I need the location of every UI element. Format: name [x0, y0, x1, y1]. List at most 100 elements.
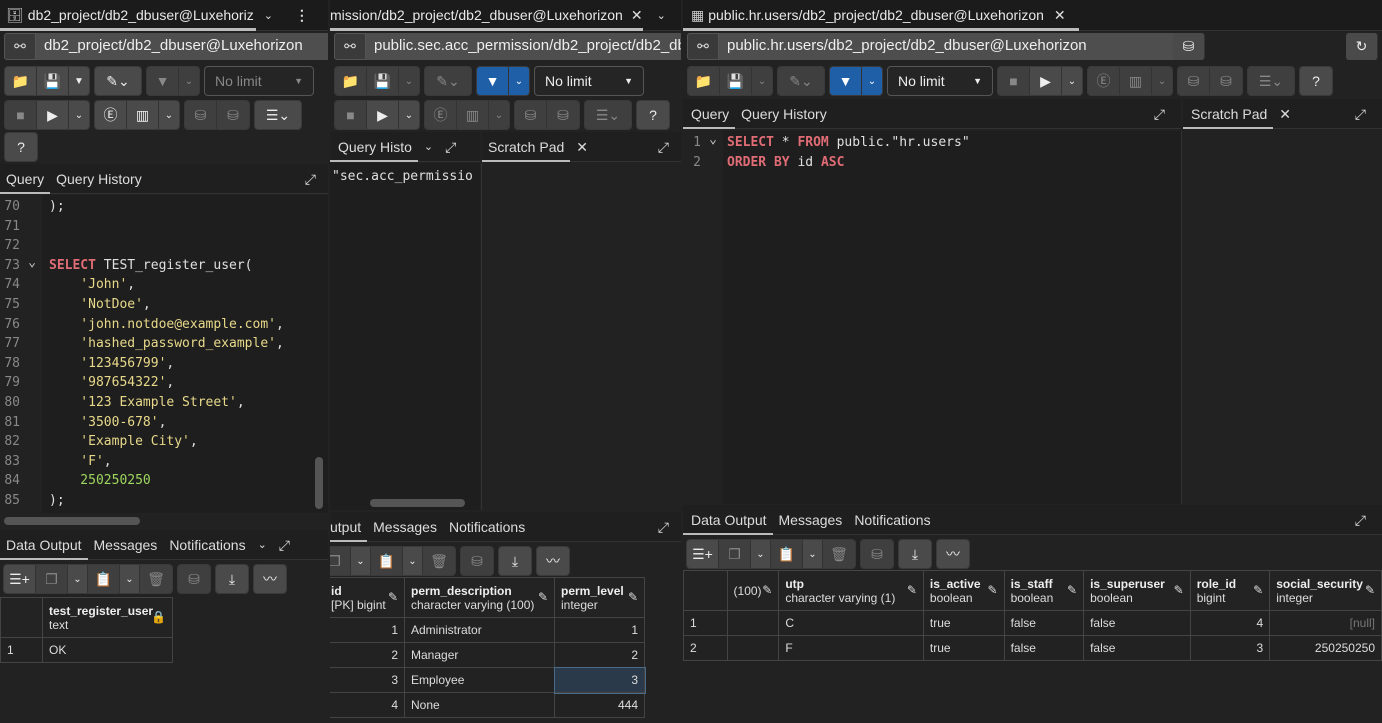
tab-query-history[interactable]: Query History	[50, 164, 148, 194]
tab-query-history[interactable]: Query Histo	[330, 132, 418, 162]
left-tab[interactable]: 🗄 db2_project/db2_dbuser@Luxehoriz ⌄ ⋮	[0, 0, 328, 31]
chevron-down-icon[interactable]: ⌄	[252, 530, 273, 560]
tab-scratch-pad[interactable]: Scratch Pad	[1183, 99, 1274, 129]
explain-dropdown[interactable]: ⌄	[489, 101, 509, 129]
table-cell[interactable]: 4	[330, 692, 405, 718]
table-cell[interactable]: 3	[330, 667, 405, 693]
delete-button[interactable]: 🗑	[423, 547, 455, 575]
explain-analyze-button[interactable]: ▥	[457, 101, 489, 129]
expand-icon[interactable]: ⤢	[1148, 99, 1171, 129]
new-connection-button[interactable]: ⛁	[1173, 33, 1205, 60]
table-cell[interactable]: Administrator	[404, 617, 555, 643]
execute-button[interactable]: ▶	[367, 101, 399, 129]
open-file-button[interactable]: 📁	[5, 67, 37, 95]
table-cell[interactable]: 250250250	[1269, 635, 1382, 661]
middle-sql-editor[interactable]: "sec.acc_permissio	[330, 163, 480, 510]
save-data-button[interactable]: ⛁	[461, 547, 493, 575]
graph-button[interactable]: 〰	[537, 547, 569, 575]
copy-button[interactable]: ❐	[36, 565, 68, 593]
execute-button[interactable]: ▶	[37, 101, 69, 129]
table-cell[interactable]: C	[778, 610, 924, 636]
table-cell[interactable]: 2	[554, 642, 645, 668]
filter-button[interactable]: ▼	[147, 67, 179, 95]
filter-dropdown[interactable]: ⌄	[179, 67, 199, 95]
save-button[interactable]: 💾	[37, 67, 69, 95]
paste-dropdown[interactable]: ⌄	[120, 565, 140, 593]
save-data-button[interactable]: ⛁	[178, 565, 210, 593]
stop-button[interactable]: ■	[335, 101, 367, 129]
explain-button[interactable]: Ⓔ	[95, 101, 127, 129]
close-icon[interactable]: ✕	[631, 7, 643, 24]
expand-icon[interactable]: ⤢	[652, 132, 675, 162]
filter-dropdown[interactable]: ⌄	[509, 67, 529, 95]
rollback-button[interactable]: ⛁	[217, 101, 249, 129]
table-cell[interactable]: true	[922, 635, 1005, 661]
column-header[interactable]: is_superuser boolean ✎	[1083, 570, 1191, 611]
chevron-down-icon[interactable]: ⌄	[657, 9, 666, 22]
download-button[interactable]: ⤓	[216, 565, 248, 593]
explain-dropdown[interactable]: ⌄	[1152, 67, 1172, 95]
column-header[interactable]: role_id bigint ✎	[1189, 570, 1271, 611]
table-row[interactable]: 2 Manager 2	[330, 642, 645, 668]
table-row[interactable]: 2 Ftrue false false 3 250250250	[683, 635, 1382, 661]
stop-button[interactable]: ■	[5, 101, 37, 129]
table-cell[interactable]: Employee	[404, 667, 555, 693]
tab-data-output[interactable]: Data Output	[0, 530, 88, 560]
table-cell[interactable]: false	[1003, 610, 1085, 636]
column-header[interactable]: id [PK] bigint ✎	[330, 577, 405, 618]
expand-icon[interactable]: ⤢	[439, 132, 462, 162]
tab-messages[interactable]: Messages	[88, 530, 164, 560]
save-dropdown[interactable]: ⌄	[752, 67, 772, 95]
table-cell[interactable]: F	[778, 635, 924, 661]
connection-status-icon[interactable]: ⚯	[334, 33, 366, 60]
table-cell[interactable]: false	[1083, 610, 1191, 636]
help-button[interactable]: ?	[1300, 67, 1332, 95]
download-button[interactable]: ⤓	[899, 540, 931, 568]
rollback-button[interactable]: ⛁	[547, 101, 579, 129]
tab-notifications[interactable]: Notifications	[163, 530, 251, 560]
tab-data-output[interactable]: Data Output	[683, 505, 773, 535]
macros-button[interactable]: ☰⌄	[585, 101, 631, 129]
reset-layout-button[interactable]: ↻	[1346, 33, 1378, 60]
horizontal-scrollbar[interactable]	[4, 517, 140, 525]
close-icon[interactable]: ✕	[1273, 99, 1297, 129]
explain-analyze-button[interactable]: ▥	[127, 101, 159, 129]
table-cell[interactable]: 4	[1189, 610, 1271, 636]
right-sql-editor[interactable]: 1 ⌄ 2 SELECT * FROM public."hr.users" ORDER…	[683, 131, 1181, 504]
explain-analyze-button[interactable]: ▥	[1120, 67, 1152, 95]
copy-dropdown[interactable]: ⌄	[351, 547, 371, 575]
tab-query[interactable]: Query	[683, 99, 736, 129]
explain-button[interactable]: Ⓔ	[425, 101, 457, 129]
right-tab[interactable]: ▦ public.hr.users/db2_project/db2_dbuser…	[683, 0, 1382, 31]
paste-dropdown[interactable]: ⌄	[403, 547, 423, 575]
close-icon[interactable]: ✕	[570, 132, 594, 162]
table-cell[interactable]: 3	[1189, 635, 1271, 661]
table-cell[interactable]: 1	[554, 617, 645, 643]
connection-status-icon[interactable]: ⚯	[687, 33, 719, 60]
save-dropdown[interactable]: ▼	[69, 67, 89, 95]
graph-button[interactable]: 〰	[254, 565, 286, 593]
commit-button[interactable]: ⛁	[1178, 67, 1210, 95]
close-icon[interactable]: ✕	[1054, 7, 1066, 24]
table-cell[interactable]: Manager	[404, 642, 555, 668]
copy-dropdown[interactable]: ⌄	[751, 540, 771, 568]
expand-icon[interactable]: ⤢	[652, 512, 675, 542]
limit-select[interactable]: No limit ▼	[204, 66, 314, 96]
column-header[interactable]: is_staff boolean ✎	[1003, 570, 1085, 611]
scratch-pad-editor[interactable]	[482, 163, 681, 510]
table-row[interactable]: 4 None 444	[330, 692, 645, 718]
table-cell[interactable]: 2	[330, 642, 405, 668]
help-button[interactable]: ?	[5, 133, 37, 161]
table-cell[interactable]	[726, 610, 780, 636]
limit-select[interactable]: No limit ▼	[887, 66, 993, 96]
rollback-button[interactable]: ⛁	[1210, 67, 1242, 95]
paste-button[interactable]: 📋	[371, 547, 403, 575]
table-cell[interactable]: None	[404, 692, 555, 718]
save-dropdown[interactable]: ⌄	[399, 67, 419, 95]
macros-button[interactable]: ☰⌄	[255, 101, 301, 129]
tab-notifications[interactable]: Notifications	[443, 512, 531, 542]
tab-notifications[interactable]: Notifications	[848, 505, 936, 535]
copy-button[interactable]: ❐	[330, 547, 351, 575]
table-cell[interactable]: 444	[554, 692, 645, 718]
download-button[interactable]: ⤓	[499, 547, 531, 575]
